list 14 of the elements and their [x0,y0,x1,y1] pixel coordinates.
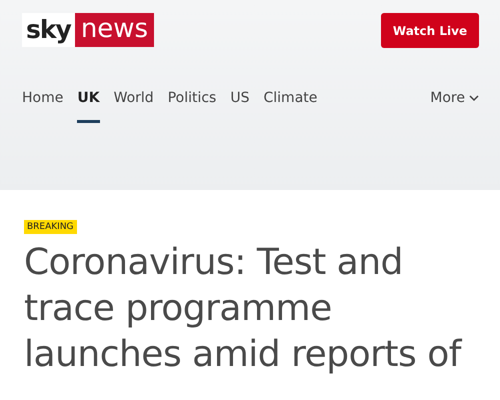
nav-tab[interactable]: US [230,90,250,123]
breaking-badge: BREAKING [24,220,77,234]
logo-text: news [74,13,154,47]
nav-tab[interactable]: World [114,90,154,123]
sky-news-logo[interactable]: sky news [22,13,154,47]
chevron-icon [469,94,479,102]
headline: Coronavirus: Test and trace programme launches amid reports of [24,241,464,377]
more-menu[interactable]: More [430,90,479,106]
nav-tab[interactable]: UK [77,90,100,123]
logo-text: sky [22,13,75,47]
watch-live-button[interactable]: Watch Live [381,13,479,48]
nav-tab[interactable]: Politics [168,90,216,123]
nav-tab[interactable]: Home [22,90,64,123]
nav-tab[interactable]: Climate [264,90,318,123]
